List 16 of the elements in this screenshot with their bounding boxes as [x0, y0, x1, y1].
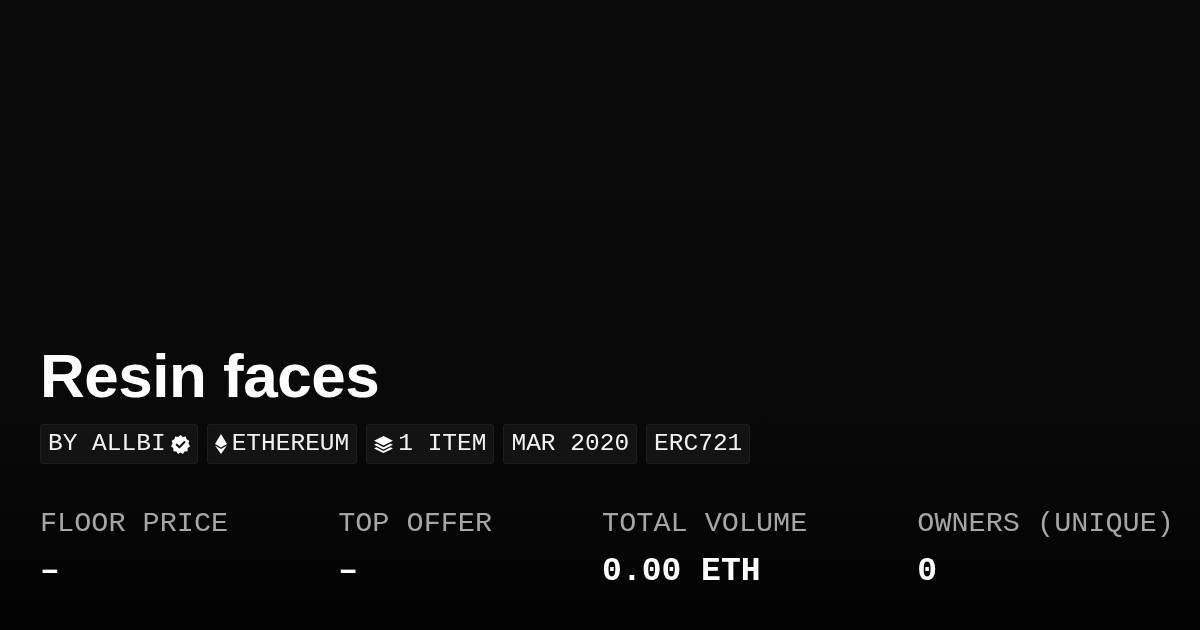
stat-label: TOP OFFER	[338, 508, 493, 540]
stat-label: OWNERS (UNIQUE)	[917, 508, 1174, 540]
stat-label: TOTAL VOLUME	[602, 508, 808, 540]
ethereum-diamond-icon	[214, 434, 227, 455]
tag-label: MAR 2020	[511, 432, 630, 457]
stat-value: 0	[917, 553, 938, 590]
layers-icon	[374, 435, 394, 453]
tag-label: BY ALLBI	[48, 432, 166, 457]
tag-label: ETHEREUM	[231, 432, 350, 457]
tag-label: ERC721	[654, 432, 743, 457]
tag-label: 1 ITEM	[398, 432, 487, 457]
stat-value: 0.00 ETH	[602, 553, 761, 590]
stat-label: FLOOR PRICE	[40, 508, 229, 540]
collection-title: Resin faces	[40, 343, 380, 409]
stat-value: –	[40, 553, 60, 590]
stat-value: –	[338, 553, 358, 590]
